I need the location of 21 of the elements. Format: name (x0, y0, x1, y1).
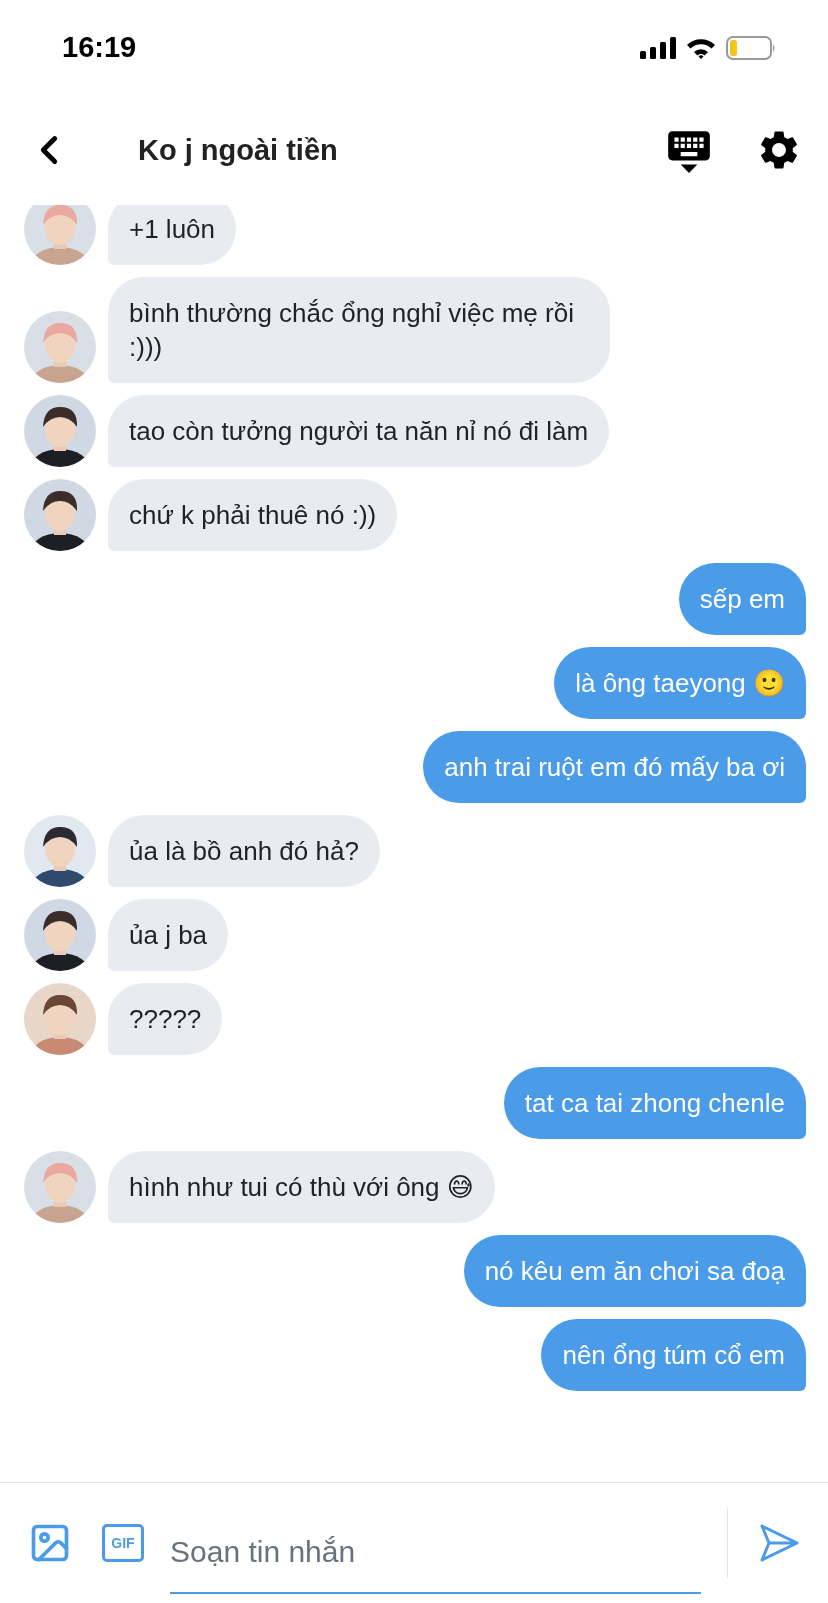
message-bubble: hình như tui có thù với ông 😅 (108, 1151, 495, 1223)
battery-icon (726, 35, 776, 60)
message-bubble: chứ k phải thuê nó :)) (108, 479, 398, 551)
message-bubble: tao còn tưởng người ta năn nỉ nó đi làm (108, 395, 610, 467)
message-bubble: tat ca tai zhong chenle (503, 1067, 806, 1139)
gif-button[interactable]: GIF (102, 1524, 144, 1562)
message-bubble: nên ổng túm cổ em (541, 1319, 806, 1391)
conversation-title: Ko j ngoài tiền (138, 133, 339, 167)
message-bubble: +1 luôn (108, 205, 237, 265)
message-bubble: là ông taeyong 🙂 (554, 647, 806, 719)
signal-icon (640, 36, 676, 59)
message-bubble: ủa j ba (108, 899, 229, 971)
message-bubble: ????? (108, 983, 223, 1055)
wifi-icon (686, 36, 716, 59)
message-bubble: ủa là bồ anh đó hả? (108, 815, 380, 887)
message-bubble: bình thường chắc ổng nghỉ việc mẹ rồi :))) (108, 277, 610, 383)
message-bubble: sếp em (678, 563, 806, 635)
send-icon[interactable] (758, 1522, 800, 1564)
message-bubble: anh trai ruột em đó mấy ba ơi (423, 731, 806, 803)
status-time: 16:19 (62, 31, 137, 64)
message-bubble: nó kêu em ăn chơi sa đoạ (463, 1235, 806, 1307)
